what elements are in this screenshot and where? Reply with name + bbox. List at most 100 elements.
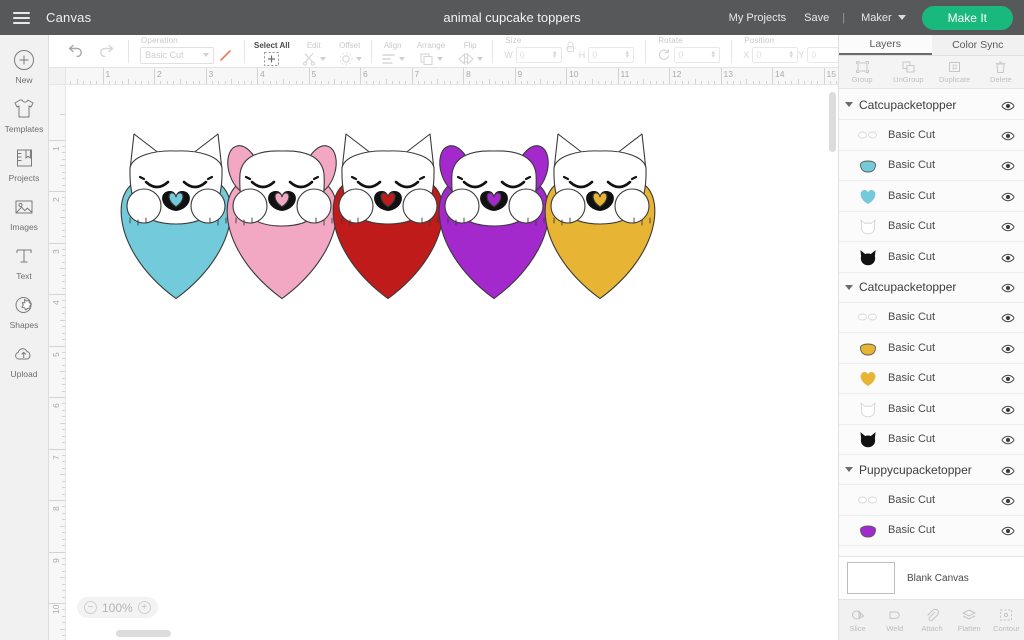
layer-row[interactable]: Basic Cut <box>839 485 1024 516</box>
rail-item-shapes[interactable]: Shapes <box>0 286 48 335</box>
artboard[interactable] <box>66 85 838 640</box>
layer-row[interactable]: Basic Cut <box>839 303 1024 333</box>
canvas-figure[interactable] <box>544 133 656 300</box>
layer-thumbnail[interactable] <box>857 307 879 327</box>
undo-icon[interactable] <box>67 42 85 60</box>
tab-layers[interactable]: Layers <box>839 35 932 55</box>
visibility-eye-icon[interactable] <box>1001 495 1015 506</box>
visibility-eye-icon[interactable] <box>1001 404 1015 415</box>
stepper-icon[interactable]: ▲▼ <box>788 50 794 60</box>
position-x-input[interactable]: 0 ▲ ▼ <box>752 46 799 63</box>
arrange-button[interactable]: Arrange <box>411 35 451 68</box>
layer-row[interactable]: Basic Cut <box>839 242 1024 273</box>
save-button[interactable]: Save <box>795 12 838 24</box>
layer-group-row[interactable]: Catcupacketopper <box>839 90 1024 120</box>
contour-button[interactable]: Contour <box>988 607 1024 633</box>
flatten-button[interactable]: Flatten <box>951 607 988 633</box>
visibility-eye-icon[interactable] <box>1001 252 1015 263</box>
layer-thumbnail[interactable] <box>857 520 879 540</box>
operation-select[interactable]: Basic Cut <box>140 46 214 64</box>
zoom-in-button[interactable]: + <box>137 601 151 614</box>
visibility-eye-icon[interactable] <box>1001 312 1015 323</box>
operation-color-swatch[interactable] <box>218 48 233 63</box>
canvas-figure[interactable] <box>120 133 232 300</box>
rotate-input[interactable]: 0 ▲ ▼ <box>674 47 721 63</box>
visibility-eye-icon[interactable] <box>1001 130 1015 141</box>
visibility-eye-icon[interactable] <box>1001 160 1015 171</box>
canvas-figure[interactable] <box>332 133 444 300</box>
tab-color-sync[interactable]: Color Sync <box>931 35 1024 55</box>
visibility-eye-icon[interactable] <box>1001 434 1015 445</box>
canvas-area[interactable]: 0123456789101112131415 12345678910 − 100… <box>49 68 838 640</box>
visibility-eye-icon[interactable] <box>1001 373 1015 384</box>
machine-selector[interactable]: Maker <box>849 12 912 24</box>
ungroup-button[interactable]: UnGroup <box>885 56 931 88</box>
layer-row[interactable]: Basic Cut <box>839 151 1024 181</box>
zoom-out-button[interactable]: − <box>84 601 97 614</box>
size-height-input[interactable]: 0 ▲ ▼ <box>588 46 635 63</box>
canvas-horizontal-scrollbar[interactable] <box>66 630 838 637</box>
canvas-figure[interactable] <box>222 142 342 300</box>
collapse-triangle-icon[interactable] <box>845 102 853 107</box>
stepper-icon[interactable]: ▲▼ <box>710 50 716 60</box>
size-lock-button[interactable] <box>562 35 579 68</box>
layer-thumbnail[interactable] <box>857 399 879 419</box>
delete-button[interactable]: Delete <box>978 56 1024 88</box>
layer-row[interactable]: Basic Cut <box>839 394 1024 425</box>
rail-item-new[interactable]: New <box>0 41 48 90</box>
layer-row[interactable]: Basic Cut <box>839 425 1024 455</box>
visibility-eye-icon[interactable] <box>1001 221 1015 232</box>
visibility-eye-icon[interactable] <box>1001 465 1015 475</box>
stepper-icon[interactable]: ▲▼ <box>552 50 558 60</box>
visibility-eye-icon[interactable] <box>1001 191 1015 202</box>
weld-button[interactable]: Weld <box>876 607 913 633</box>
layer-thumbnail[interactable] <box>857 368 879 388</box>
collapse-triangle-icon[interactable] <box>845 467 853 472</box>
layer-row[interactable]: Basic Cut <box>839 364 1024 394</box>
canvas-vertical-scrollbar[interactable] <box>829 92 836 152</box>
layer-thumbnail[interactable] <box>857 247 879 267</box>
offset-button[interactable]: Offset <box>332 35 368 68</box>
layer-thumbnail[interactable] <box>857 155 879 175</box>
duplicate-button[interactable]: Duplicate <box>932 56 978 88</box>
layer-row[interactable]: Basic Cut <box>839 212 1024 242</box>
collapse-triangle-icon[interactable] <box>845 284 853 290</box>
scrollbar-thumb[interactable] <box>116 630 171 637</box>
hamburger-menu-icon[interactable] <box>0 0 38 35</box>
stepper-icon[interactable]: ▲▼ <box>624 50 630 60</box>
visibility-eye-icon[interactable] <box>1001 100 1015 110</box>
layer-thumbnail[interactable] <box>857 490 879 510</box>
layer-row[interactable]: Basic Cut <box>839 181 1024 212</box>
layer-group-row[interactable]: Puppycupacketopper <box>839 455 1024 485</box>
rail-item-templates[interactable]: Templates <box>0 90 48 139</box>
group-button[interactable]: Group <box>839 56 885 88</box>
my-projects-link[interactable]: My Projects <box>720 12 795 24</box>
layer-group-row[interactable]: Catcupacketopper <box>839 273 1024 303</box>
blank-canvas-row[interactable]: Blank Canvas <box>839 556 1024 600</box>
redo-icon[interactable] <box>97 42 115 60</box>
rail-item-text[interactable]: Text <box>0 237 48 286</box>
rail-item-images[interactable]: Images <box>0 188 48 237</box>
layer-thumbnail[interactable] <box>857 186 879 206</box>
slice-button[interactable]: Slice <box>839 607 876 633</box>
select-all-button[interactable]: Select All <box>248 35 296 68</box>
align-button[interactable]: Align <box>375 35 411 68</box>
layer-row[interactable]: Basic Cut <box>839 120 1024 151</box>
layer-thumbnail[interactable] <box>857 338 879 358</box>
size-width-input[interactable]: 0 ▲ ▼ <box>515 46 562 63</box>
visibility-eye-icon[interactable] <box>1001 525 1015 536</box>
visibility-eye-icon[interactable] <box>1001 343 1015 354</box>
attach-button[interactable]: Attach <box>913 607 950 633</box>
visibility-eye-icon[interactable] <box>1001 282 1015 293</box>
layer-row[interactable]: Basic Cut <box>839 516 1024 546</box>
layer-thumbnail[interactable] <box>857 125 879 145</box>
layer-thumbnail[interactable] <box>857 216 879 236</box>
layer-row[interactable]: Basic Cut <box>839 333 1024 364</box>
rail-item-upload[interactable]: Upload <box>0 335 48 384</box>
edit-button[interactable]: Edit <box>296 35 332 68</box>
make-it-button[interactable]: Make It <box>921 5 1013 30</box>
layers-list[interactable]: Catcupacketopper Basic Cut Basic Cut Basic … <box>839 90 1024 582</box>
flip-button[interactable]: Flip <box>451 35 489 68</box>
rail-item-projects[interactable]: Projects <box>0 139 48 188</box>
layer-thumbnail[interactable] <box>857 429 879 449</box>
